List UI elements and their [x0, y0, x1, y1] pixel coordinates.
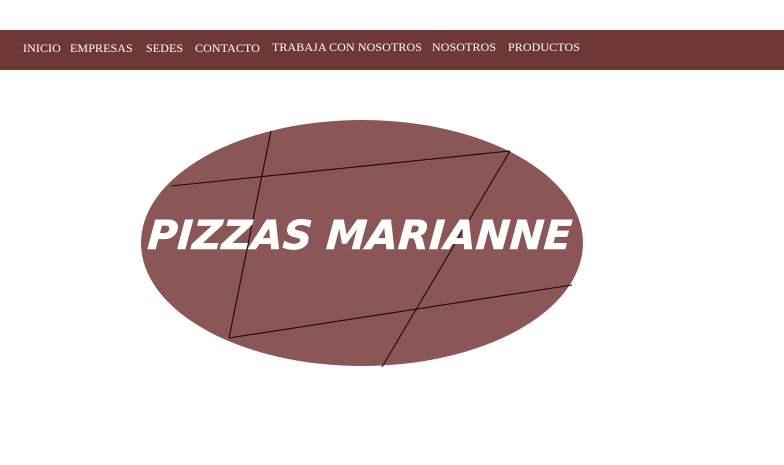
logo-graphic: PIZZAS MARIANNE: [141, 120, 583, 368]
nav-link-nosotros[interactable]: NOSOTROS: [432, 40, 496, 55]
logo-text: PIZZAS MARIANNE: [146, 213, 573, 259]
nav-link-trabaja-con-nosotros[interactable]: TRABAJA CON NOSOTROS: [272, 40, 422, 55]
nav-link-inicio[interactable]: INICIO: [23, 41, 61, 56]
nav-link-productos[interactable]: PRODUCTOS: [508, 40, 580, 55]
pizzas-marianne-logo: PIZZAS MARIANNE: [140, 119, 586, 369]
main-navbar: INICIO EMPRESAS SEDES CONTACTO TRABAJA C…: [0, 30, 784, 70]
nav-link-empresas[interactable]: EMPRESAS: [70, 41, 133, 56]
nav-link-sedes[interactable]: SEDES: [146, 41, 183, 56]
nav-link-contacto[interactable]: CONTACTO: [195, 41, 260, 56]
